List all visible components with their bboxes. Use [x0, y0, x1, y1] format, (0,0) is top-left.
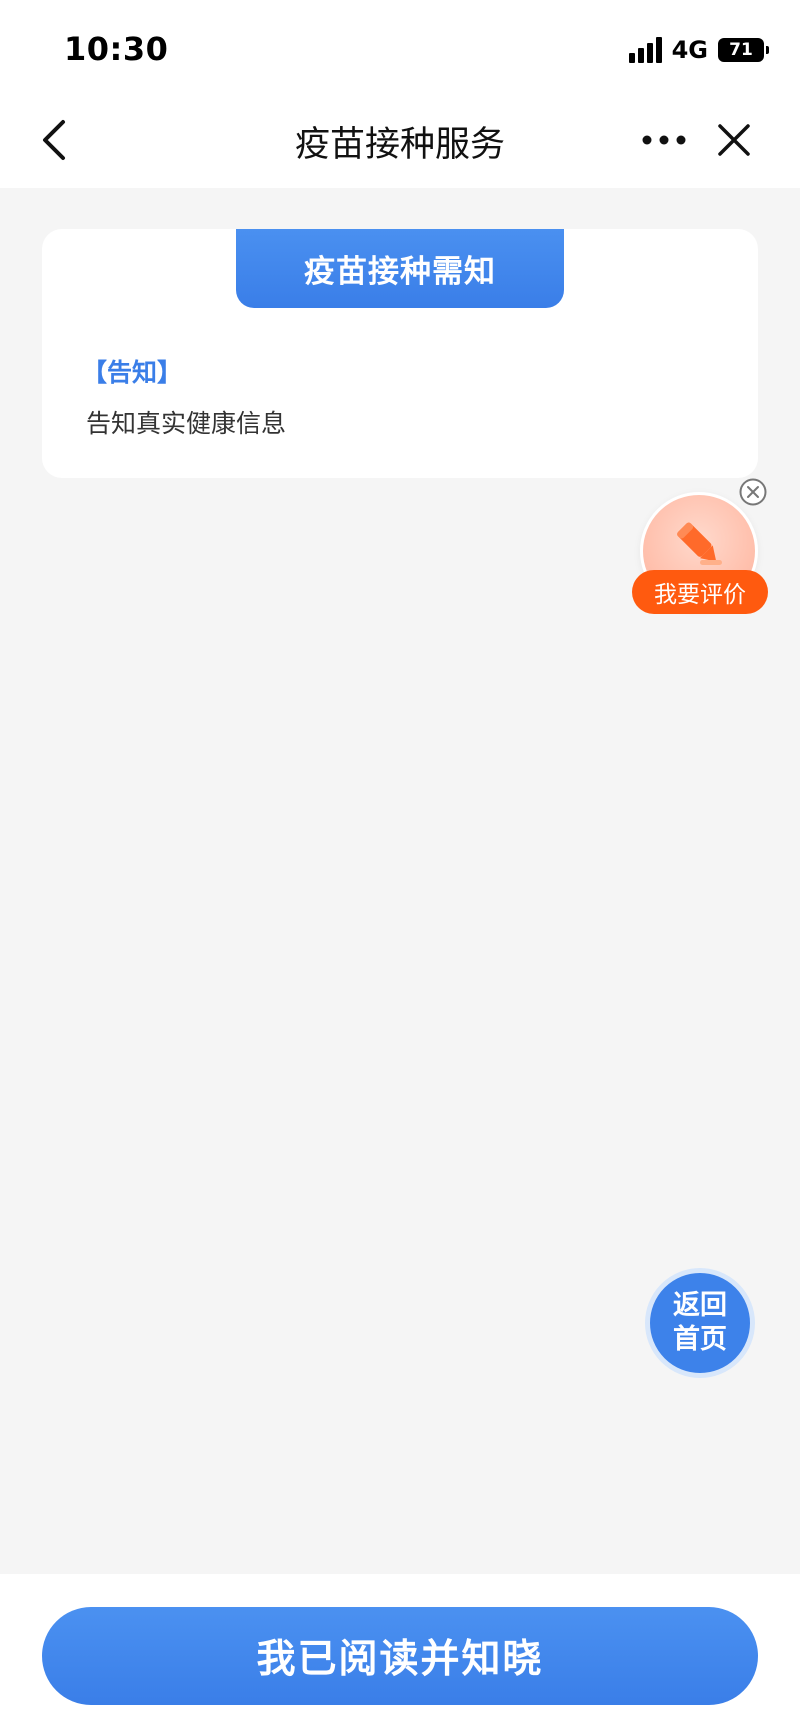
signal-icon — [628, 37, 662, 63]
battery-icon: 71 — [718, 38, 769, 62]
battery-level: 71 — [729, 39, 753, 60]
status-bar: 10:30 4G 71 — [0, 0, 800, 92]
close-circle-icon[interactable] — [738, 477, 768, 507]
card-header: 疫苗接种需知 — [236, 229, 564, 308]
page-title: 疫苗接种服务 — [294, 125, 505, 165]
notice-text: 告知真实健康信息 — [86, 409, 287, 438]
status-time: 10:30 — [64, 30, 169, 68]
back-button[interactable] — [26, 112, 82, 168]
evaluate-button[interactable]: 我要评价 — [632, 492, 768, 616]
back-home-label-line2: 首页 — [673, 1324, 727, 1355]
nav-bar: 疫苗接种服务 — [0, 92, 800, 188]
close-icon — [718, 124, 750, 156]
evaluate-label: 我要评价 — [632, 570, 768, 614]
back-home-label-line1: 返回 — [673, 1290, 727, 1321]
pencil-icon — [677, 522, 722, 565]
more-button[interactable] — [636, 112, 692, 168]
notice-card: 疫苗接种需知 【告知】 告知真实健康信息 — [42, 229, 758, 478]
chevron-left-icon — [43, 120, 65, 160]
close-button[interactable] — [706, 112, 762, 168]
bottom-bar: 我已阅读并知晓 — [0, 1574, 800, 1731]
notice-section-title: 【告知】 — [82, 358, 183, 387]
more-dots-icon — [642, 135, 686, 145]
status-indicators: 4G 71 — [628, 36, 769, 64]
back-home-button[interactable]: 返回 首页 — [645, 1268, 755, 1378]
confirm-read-button[interactable]: 我已阅读并知晓 — [42, 1607, 758, 1705]
network-label: 4G — [671, 36, 708, 64]
